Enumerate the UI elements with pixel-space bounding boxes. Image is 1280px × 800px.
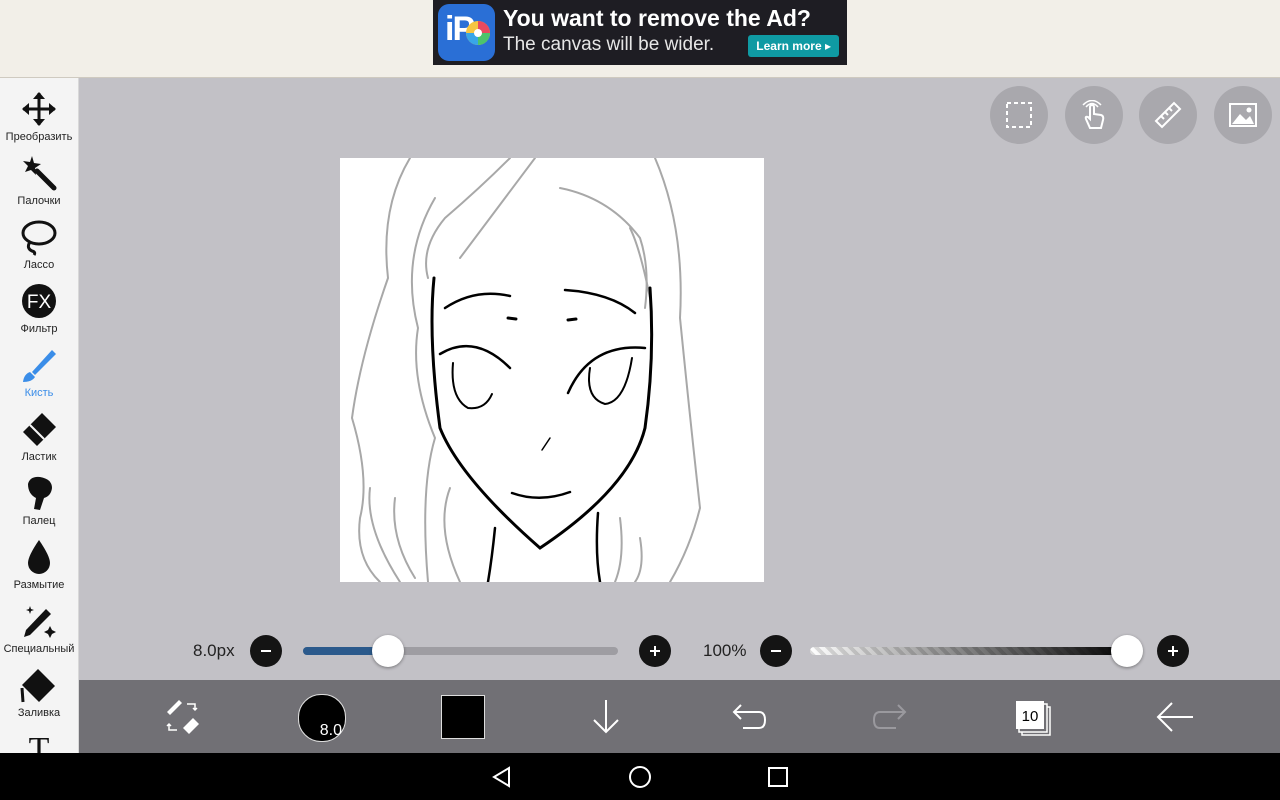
tool-magic-wand[interactable]: Палочки	[0, 150, 78, 214]
nav-back-icon[interactable]	[490, 765, 514, 789]
opacity-slider[interactable]	[810, 647, 1130, 655]
back-button[interactable]	[1148, 690, 1202, 744]
move-icon	[22, 92, 56, 126]
tool-label: Заливка	[17, 707, 61, 719]
tool-brush[interactable]: Кисть	[0, 342, 78, 406]
plus-icon	[650, 646, 660, 656]
ad-subtitle: The canvas will be wider.	[503, 34, 715, 55]
tool-label: Ластик	[21, 451, 57, 463]
brush-size-label: 8.0px	[193, 641, 235, 660]
tool-blur[interactable]: Размытие	[0, 534, 78, 598]
tool-label: Размытие	[13, 579, 65, 591]
fill-bucket-icon	[20, 669, 55, 703]
opacity-label: 100%	[703, 641, 747, 660]
magic-wand-icon	[23, 156, 57, 191]
text-icon: T	[29, 731, 50, 753]
tool-label: Лассо	[23, 259, 55, 271]
fx-icon: FX	[22, 284, 56, 318]
tool-sidebar: Преобразить Палочки Лассо FX Фильтр Кист…	[0, 78, 79, 753]
brush-size-increase-button[interactable]	[639, 635, 671, 667]
brush-size-thumb[interactable]	[372, 635, 405, 667]
selection-icon	[1006, 102, 1032, 128]
color-wheel-icon	[466, 21, 490, 45]
tool-label: Палочки	[17, 195, 61, 207]
opacity-thumb[interactable]	[1111, 635, 1143, 667]
brush-preview-value: 8.0	[319, 722, 342, 739]
minus-icon	[771, 650, 781, 652]
undo-button[interactable]	[721, 690, 775, 744]
tool-text[interactable]: T	[0, 726, 78, 753]
download-button[interactable]	[579, 690, 633, 744]
swap-tool-button[interactable]	[155, 690, 209, 744]
nav-home-icon[interactable]	[628, 765, 652, 789]
app-logo: iP	[438, 4, 495, 61]
opacity-increase-button[interactable]	[1157, 635, 1189, 667]
layers-button[interactable]: 10	[1005, 690, 1059, 744]
tool-filter[interactable]: FX Фильтр	[0, 278, 78, 342]
tool-label: Преобразить	[5, 131, 73, 143]
learn-more-button[interactable]: Learn more ▸	[748, 35, 839, 57]
finger-icon	[28, 476, 52, 510]
tool-label: Палец	[22, 515, 56, 527]
image-button[interactable]	[1214, 86, 1272, 144]
fx-glyph: FX	[27, 292, 52, 313]
redo-button[interactable]	[864, 690, 918, 744]
tool-label: Кисть	[24, 387, 54, 399]
tool-lasso[interactable]: Лассо	[0, 214, 78, 278]
minus-icon	[261, 650, 271, 652]
ad-banner[interactable]: iP You want to remove the Ad? The canvas…	[433, 0, 847, 65]
brush-size-decrease-button[interactable]	[250, 635, 282, 667]
arrow-down-icon	[593, 700, 619, 734]
image-icon	[1229, 103, 1257, 127]
layers-icon: 10	[1016, 701, 1051, 736]
hand-gesture-button[interactable]	[1065, 86, 1123, 144]
plus-icon	[1168, 646, 1178, 656]
tool-special[interactable]: Специальный	[0, 598, 78, 662]
redo-icon	[872, 704, 907, 729]
opacity-decrease-button[interactable]	[760, 635, 792, 667]
arrow-left-icon	[1156, 702, 1193, 732]
ruler-button[interactable]	[1139, 86, 1197, 144]
tool-eraser[interactable]: Ластик	[0, 406, 78, 470]
layers-count: 10	[1022, 708, 1039, 725]
ad-banner-area: iP You want to remove the Ad? The canvas…	[0, 0, 1280, 78]
pen-eraser-swap-icon	[166, 700, 199, 734]
ad-title: You want to remove the Ad?	[503, 5, 811, 31]
brush-size-slider[interactable]	[303, 647, 618, 655]
nav-recents-icon[interactable]	[766, 765, 790, 789]
drawing-canvas[interactable]	[340, 158, 764, 582]
workspace[interactable]	[79, 78, 1280, 680]
lasso-icon	[21, 220, 57, 256]
brush-settings-button[interactable]: 8.0	[298, 694, 346, 742]
brush-icon	[23, 350, 56, 382]
special-pen-icon	[24, 606, 56, 638]
tool-transform[interactable]: Преобразить	[0, 86, 78, 150]
sketch-drawing	[350, 158, 702, 582]
system-nav-bar	[0, 753, 1280, 800]
tool-label: Специальный	[3, 643, 75, 655]
tool-finger[interactable]: Палец	[0, 470, 78, 534]
tool-label: Фильтр	[20, 323, 58, 335]
eraser-icon	[23, 413, 56, 446]
undo-icon	[732, 704, 767, 729]
blur-drop-icon	[28, 540, 50, 574]
action-bar: 8.0 10	[79, 680, 1280, 753]
text-glyph: T	[29, 731, 50, 753]
hand-gesture-icon	[1082, 100, 1105, 129]
color-picker-button[interactable]	[441, 695, 485, 739]
tool-fill[interactable]: Заливка	[0, 662, 78, 726]
ruler-icon	[1154, 101, 1182, 129]
selection-button[interactable]	[990, 86, 1048, 144]
